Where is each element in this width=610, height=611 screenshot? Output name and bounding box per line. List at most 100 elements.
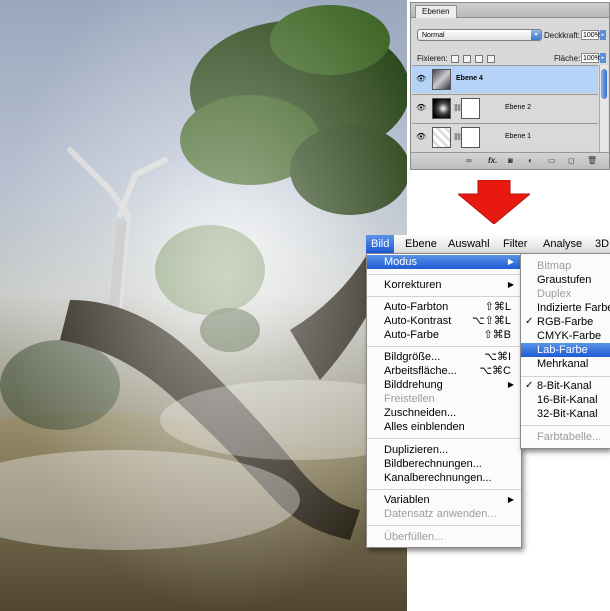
menu-item-bildgroesse[interactable]: Bildgröße... ⌥⌘I	[367, 350, 521, 364]
menu-item-auto-kontrast[interactable]: Auto-Kontrast ⌥⇧⌘L	[367, 314, 521, 328]
submenu-item-duplex: Duplex	[521, 287, 610, 301]
menu-item-ueberfuellen: Überfüllen...	[367, 530, 521, 544]
menu-analyse[interactable]: Analyse	[538, 235, 587, 253]
modus-submenu: Bitmap Graustufen Duplex Indizierte Farb…	[520, 253, 610, 449]
tab-ebenen[interactable]: Ebenen	[415, 5, 457, 18]
menu-item-label: Duplex	[537, 288, 572, 300]
eye-icon[interactable]: 👁	[416, 75, 426, 83]
menu-item-bildberechnungen[interactable]: Bildberechnungen...	[367, 457, 521, 471]
menu-item-label: Auto-Farbton	[384, 301, 449, 313]
mask-icon[interactable]: ◙	[508, 156, 513, 165]
menu-shortcut: ⌥⇧⌘L	[471, 315, 511, 327]
fill-arrow-icon[interactable]: ▸	[600, 53, 606, 63]
menu-separator	[367, 296, 521, 297]
layers-scrollbar[interactable]	[599, 65, 608, 153]
blend-mode-select[interactable]: Normal ▾	[417, 29, 542, 41]
menu-item-korrekturen[interactable]: Korrekturen ▶	[367, 278, 521, 292]
menu-item-label: 8-Bit-Kanal	[537, 380, 592, 392]
menu-item-label: Modus	[384, 256, 418, 268]
menu-item-datensatz-anwenden: Datensatz anwenden...	[367, 507, 521, 521]
menu-item-auto-farbton[interactable]: Auto-Farbton ⇧⌘L	[367, 300, 521, 314]
menu-filter[interactable]: Filter	[498, 235, 532, 253]
menu-item-label: CMYK-Farbe	[537, 330, 602, 342]
menu-item-alles-einblenden[interactable]: Alles einblenden	[367, 420, 521, 434]
menu-item-label: Graustufen	[537, 274, 592, 286]
menu-separator	[521, 425, 610, 426]
fill-label: Fläche:	[554, 54, 581, 63]
submenu-item-32-bit-kanal[interactable]: 32-Bit-Kanal	[521, 407, 610, 421]
opacity-label: Deckkraft:	[544, 31, 581, 40]
layer-name: Ebene 4	[456, 75, 483, 82]
photo-canvas	[0, 0, 407, 611]
menu-item-label: Kanalberechnungen...	[384, 472, 492, 484]
checkmark-icon: ✓	[525, 380, 534, 391]
scrollbar-thumb[interactable]	[601, 69, 607, 99]
submenu-item-mehrkanal[interactable]: Mehrkanal	[521, 357, 610, 371]
panel-footer: ∞ fx. ◙ ◐ ▭ ◻ 🗑	[411, 152, 609, 169]
menu-item-variablen[interactable]: Variablen ▶	[367, 493, 521, 507]
submenu-item-bitmap: Bitmap	[521, 259, 610, 273]
eye-icon[interactable]: 👁	[416, 104, 426, 112]
menu-item-label: Duplizieren...	[384, 444, 449, 456]
layer-row[interactable]: 👁 ⛓ Ebene 2	[412, 94, 598, 122]
submenu-item-8-bit-kanal[interactable]: ✓ 8-Bit-Kanal	[521, 379, 610, 393]
layer-mask-thumbnail	[461, 98, 480, 119]
submenu-item-farbtabelle: Farbtabelle...	[521, 430, 610, 444]
menu-shortcut: ⇧⌘B	[483, 329, 511, 341]
menu-item-label: 16-Bit-Kanal	[537, 394, 598, 406]
lock-position-icon[interactable]	[475, 55, 483, 63]
menu-shortcut: ⌥⌘C	[479, 365, 511, 377]
menu-bild[interactable]: Bild	[366, 235, 395, 253]
layer-row[interactable]: 👁 ⛓ Ebene 1	[412, 123, 598, 151]
menu-3d[interactable]: 3D	[590, 235, 610, 253]
submenu-item-rgb-farbe[interactable]: ✓ RGB-Farbe	[521, 315, 610, 329]
menu-item-label: Datensatz anwenden...	[384, 508, 497, 520]
lock-pixels-icon[interactable]	[463, 55, 471, 63]
lock-all-icon[interactable]	[487, 55, 495, 63]
eye-icon[interactable]: 👁	[416, 133, 426, 141]
menu-item-arbeitsflaeche[interactable]: Arbeitsfläche... ⌥⌘C	[367, 364, 521, 378]
adjustment-icon[interactable]: ◐	[528, 156, 533, 165]
opacity-arrow-icon[interactable]: ▸	[600, 30, 606, 40]
menubar: Bild Ebene Auswahl Filter Analyse 3D	[366, 235, 610, 254]
menu-item-bilddrehung[interactable]: Bilddrehung ▶	[367, 378, 521, 392]
blend-mode-value: Normal	[422, 32, 445, 39]
menu-item-label: Indizierte Farbe...	[537, 302, 610, 314]
submenu-arrow-icon: ▶	[507, 380, 514, 389]
layer-thumbnail	[432, 69, 451, 90]
lock-transparency-icon[interactable]	[451, 55, 459, 63]
new-layer-icon[interactable]: ◻	[568, 156, 575, 165]
menu-item-freistellen: Freistellen	[367, 392, 521, 406]
menu-item-auto-farbe[interactable]: Auto-Farbe ⇧⌘B	[367, 328, 521, 342]
menu-item-duplizieren[interactable]: Duplizieren...	[367, 443, 521, 457]
menu-item-label: RGB-Farbe	[537, 316, 594, 328]
tree-illustration	[0, 0, 407, 611]
submenu-item-indizierte-farbe[interactable]: Indizierte Farbe...	[521, 301, 610, 315]
layer-thumbnail	[432, 127, 451, 148]
menu-shortcut: ⇧⌘L	[484, 301, 511, 313]
submenu-item-16-bit-kanal[interactable]: 16-Bit-Kanal	[521, 393, 610, 407]
menu-item-label: Bildgröße...	[384, 351, 441, 363]
opacity-field[interactable]: 100%	[581, 30, 601, 40]
menu-item-kanalberechnungen[interactable]: Kanalberechnungen...	[367, 471, 521, 485]
folder-icon[interactable]: ▭	[548, 156, 556, 165]
menu-separator	[367, 489, 521, 490]
menu-ebene[interactable]: Ebene	[400, 235, 442, 253]
submenu-item-graustufen[interactable]: Graustufen	[521, 273, 610, 287]
submenu-item-cmyk-farbe[interactable]: CMYK-Farbe	[521, 329, 610, 343]
fx-icon[interactable]: fx.	[488, 156, 497, 165]
trash-icon[interactable]: 🗑	[587, 156, 597, 165]
submenu-item-lab-farbe[interactable]: Lab-Farbe	[521, 343, 610, 357]
fill-field[interactable]: 100%	[581, 53, 601, 63]
menu-item-modus[interactable]: Modus ▶	[367, 255, 521, 269]
menu-item-label: Farbtabelle...	[537, 431, 602, 443]
menu-item-label: Bildberechnungen...	[384, 458, 482, 470]
layer-row[interactable]: 👁 Ebene 4	[412, 65, 598, 93]
menu-auswahl[interactable]: Auswahl	[443, 235, 495, 253]
menu-item-zuschneiden[interactable]: Zuschneiden...	[367, 406, 521, 420]
checkmark-icon: ✓	[525, 316, 534, 327]
menu-separator	[367, 274, 521, 275]
menu-item-label: Arbeitsfläche...	[384, 365, 457, 377]
link-layers-icon[interactable]: ∞	[466, 156, 472, 165]
menu-item-label: Bitmap	[537, 260, 572, 272]
